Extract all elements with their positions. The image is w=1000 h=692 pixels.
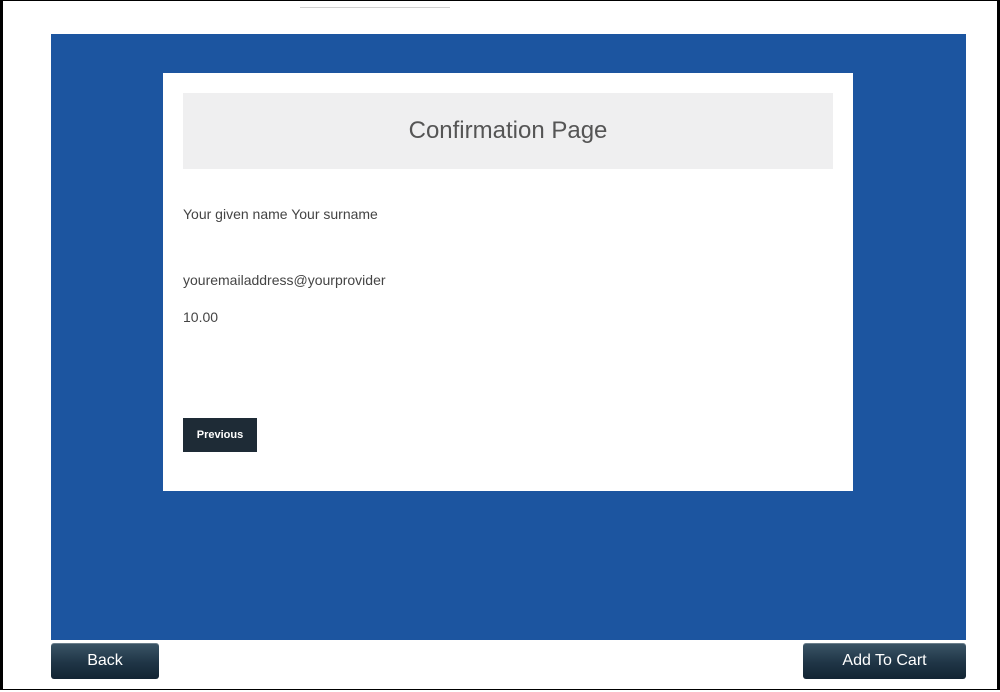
page-title: Confirmation Page	[408, 117, 608, 144]
amount-value: 10.00	[183, 309, 219, 325]
add-to-cart-button[interactable]: Add To Cart	[803, 643, 966, 679]
top-divider	[300, 7, 450, 8]
card-header: Confirmation Page	[183, 93, 833, 169]
previous-button[interactable]: Previous	[183, 418, 257, 452]
full-name-value: Your given name Your surname	[183, 206, 378, 222]
back-button[interactable]: Back	[51, 643, 159, 679]
email-value: youremailaddress@yourprovider	[183, 272, 386, 288]
confirmation-card: Confirmation Page Your given name Your s…	[163, 73, 853, 491]
